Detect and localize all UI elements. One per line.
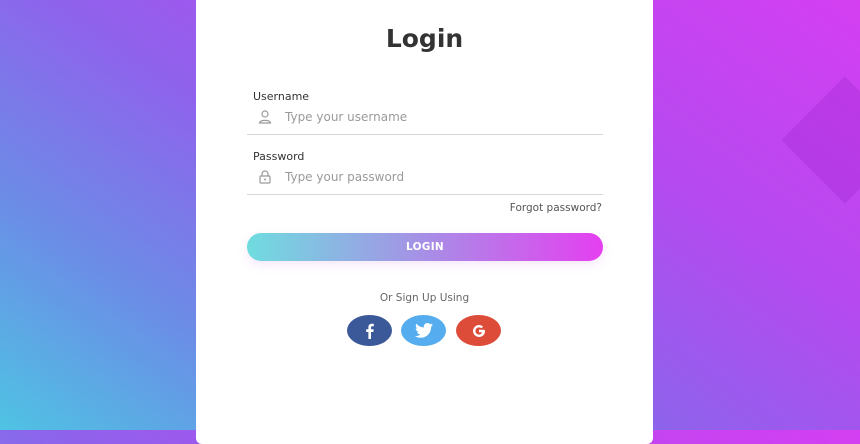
facebook-icon	[363, 323, 377, 339]
password-input[interactable]	[285, 166, 585, 188]
password-field	[247, 160, 603, 195]
page-title: Login	[385, 24, 464, 53]
username-input[interactable]	[285, 106, 585, 128]
forgot-password-link[interactable]: Forgot password?	[510, 202, 602, 214]
google-icon	[471, 323, 487, 339]
alt-signup-label: Or Sign Up Using	[379, 292, 470, 304]
twitter-icon	[414, 323, 433, 338]
username-field	[247, 100, 603, 135]
login-button[interactable]: LOGIN	[247, 233, 603, 261]
facebook-button[interactable]	[347, 315, 392, 346]
login-card: Login Username Password Forgot password?…	[196, 0, 653, 444]
lock-icon	[257, 169, 273, 185]
background-decoration	[781, 76, 860, 204]
google-button[interactable]	[456, 315, 501, 346]
twitter-button[interactable]	[401, 315, 446, 346]
user-icon	[257, 109, 273, 125]
